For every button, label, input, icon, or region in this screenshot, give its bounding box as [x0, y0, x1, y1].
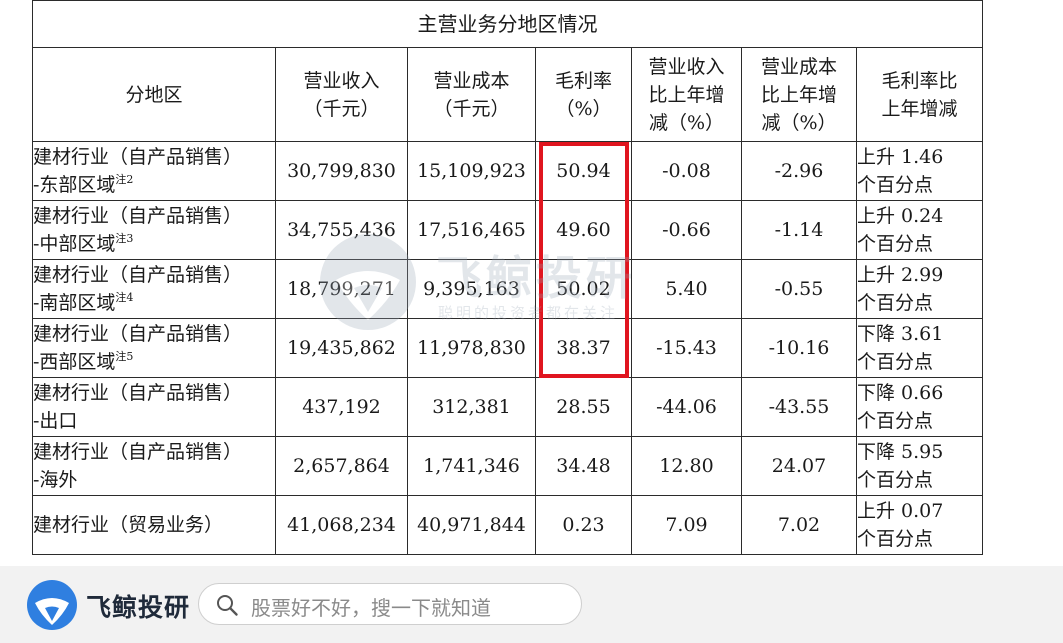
table-row: 建材行业（自产品销售） -南部区域注4 18,799,271 9,395,163 50.…	[32, 259, 984, 319]
margin-cell: 50.94	[535, 141, 632, 201]
revenue-change-cell: -0.66	[631, 200, 742, 260]
revenue-cell: 30,799,830	[275, 141, 408, 201]
cost-change-cell: -43.55	[741, 377, 857, 437]
region-table-container: 主营业务分地区情况 分地区 营业收入 （千元） 营业成本 （千元） 毛利率 （%） 营…	[31, 0, 984, 555]
header-cost: 营业成本 （千元）	[407, 47, 536, 142]
table-row: 建材行业（自产品销售） -海外 2,657,864 1,741,346 34.48 12.…	[32, 436, 984, 496]
revenue-change-cell: 12.80	[631, 436, 742, 496]
header-margin: 毛利率 （%）	[535, 47, 632, 142]
region-business-table: 主营业务分地区情况 分地区 营业收入 （千元） 营业成本 （千元） 毛利率 （%） 营…	[31, 0, 984, 555]
region-name-cell: 建材行业（自产品销售） -南部区域注4	[32, 259, 276, 319]
cost-change-cell: -2.96	[741, 141, 857, 201]
margin-cell: 38.37	[535, 318, 632, 378]
brand-name[interactable]: 飞鲸投研	[86, 588, 190, 624]
revenue-change-cell: -15.43	[631, 318, 742, 378]
cost-cell: 312,381	[407, 377, 536, 437]
revenue-cell: 437,192	[275, 377, 408, 437]
revenue-cell: 2,657,864	[275, 436, 408, 496]
table-row: 建材行业（自产品销售） -中部区域注3 34,755,436 17,516,465 49…	[32, 200, 984, 260]
margin-change-cell: 上升 0.07 个百分点	[855, 495, 984, 555]
margin-cell: 28.55	[535, 377, 632, 437]
cost-change-cell: 24.07	[741, 436, 857, 496]
cost-cell: 9,395,163	[407, 259, 536, 319]
margin-change-cell: 下降 0.66 个百分点	[855, 377, 984, 437]
margin-cell: 0.23	[535, 495, 632, 555]
revenue-cell: 34,755,436	[275, 200, 408, 260]
region-name-cell: 建材行业（自产品销售） -出口	[32, 377, 276, 437]
margin-change-cell: 下降 3.61 个百分点	[855, 318, 984, 378]
region-name-cell: 建材行业（自产品销售） -海外	[32, 436, 276, 496]
whale-logo-icon[interactable]	[26, 579, 78, 631]
search-icon[interactable]	[215, 593, 239, 617]
bottom-bar: 飞鲸投研 股票好不好，搜一下就知道	[0, 566, 1063, 643]
cost-cell: 11,978,830	[407, 318, 536, 378]
cost-change-cell: -1.14	[741, 200, 857, 260]
revenue-change-cell: 7.09	[631, 495, 742, 555]
footnote-marker: 注2	[115, 173, 134, 186]
region-name-cell: 建材行业（贸易业务）	[32, 495, 276, 555]
table-row: 建材行业（自产品销售） -出口 437,192 312,381 28.55 -44.06-…	[32, 377, 984, 437]
header-revenue: 营业收入 （千元）	[275, 47, 408, 142]
cost-change-cell: 7.02	[741, 495, 857, 555]
cost-cell: 40,971,844	[407, 495, 536, 555]
cost-change-cell: -10.16	[741, 318, 857, 378]
margin-change-cell: 上升 2.99 个百分点	[855, 259, 984, 319]
cost-change-cell: -0.55	[741, 259, 857, 319]
table-title: 主营业务分地区情况	[31, 0, 984, 48]
footnote-marker: 注3	[115, 232, 134, 245]
margin-change-cell: 上升 0.24 个百分点	[855, 200, 984, 260]
region-name-cell: 建材行业（自产品销售） -中部区域注3	[32, 200, 276, 260]
header-cost-change: 营业成本 比上年增 减（%）	[741, 47, 857, 142]
cost-cell: 17,516,465	[407, 200, 536, 260]
margin-change-cell: 下降 5.95 个百分点	[855, 436, 984, 496]
revenue-change-cell: -44.06	[631, 377, 742, 437]
footnote-marker: 注4	[115, 291, 134, 304]
revenue-cell: 41,068,234	[275, 495, 408, 555]
revenue-cell: 18,799,271	[275, 259, 408, 319]
header-region: 分地区	[32, 47, 276, 142]
margin-change-cell: 上升 1.46 个百分点	[855, 141, 984, 201]
revenue-change-cell: -0.08	[631, 141, 742, 201]
cost-cell: 1,741,346	[407, 436, 536, 496]
revenue-change-cell: 5.40	[631, 259, 742, 319]
revenue-cell: 19,435,862	[275, 318, 408, 378]
region-name-cell: 建材行业（自产品销售） -西部区域注5	[32, 318, 276, 378]
region-name-cell: 建材行业（自产品销售） -东部区域注2	[32, 141, 276, 201]
header-margin-change: 毛利率比 上年增减	[855, 47, 984, 142]
header-revenue-change: 营业收入 比上年增 减（%）	[631, 47, 742, 142]
margin-cell: 50.02	[535, 259, 632, 319]
footnote-marker: 注5	[115, 350, 134, 363]
table-title-row: 主营业务分地区情况	[31, 0, 984, 48]
table-row: 建材行业（自产品销售） -西部区域注5 19,435,862 11,978,830 38…	[32, 318, 984, 378]
table-header-row: 分地区 营业收入 （千元） 营业成本 （千元） 毛利率 （%） 营业收入 比上年增 减（%…	[32, 47, 984, 142]
margin-cell: 49.60	[535, 200, 632, 260]
search-box[interactable]: 股票好不好，搜一下就知道	[198, 583, 582, 625]
margin-cell: 34.48	[535, 436, 632, 496]
cost-cell: 15,109,923	[407, 141, 536, 201]
search-input[interactable]: 股票好不好，搜一下就知道	[251, 592, 491, 621]
table-row: 建材行业（自产品销售） -东部区域注2 30,799,830 15,109,923 50…	[32, 141, 984, 201]
table-row: 建材行业（贸易业务） 41,068,234 40,971,844 0.23 7.09 7.…	[32, 495, 984, 555]
